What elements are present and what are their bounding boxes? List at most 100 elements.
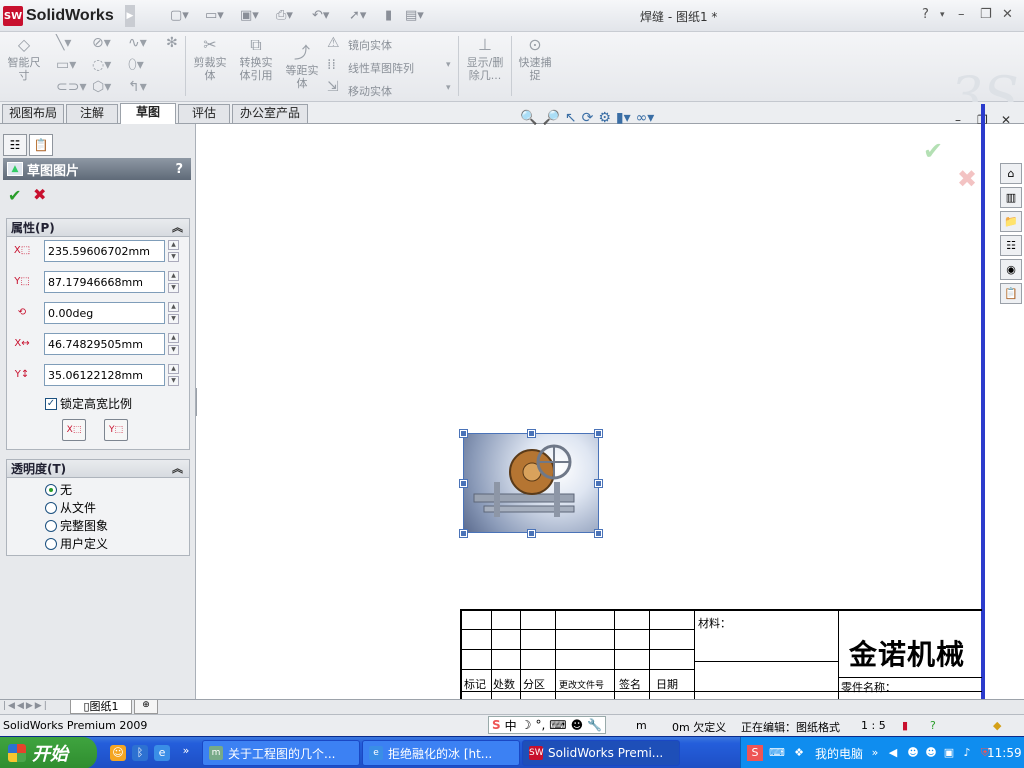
display-icon[interactable]: ▣ (941, 745, 957, 761)
bluetooth-icon[interactable]: ᛒ (132, 745, 148, 761)
polygon-icon[interactable]: ⬡▾ (92, 79, 111, 95)
flip-horizontal-button[interactable]: X⬚ (62, 419, 86, 441)
ie-icon[interactable]: e (154, 745, 170, 761)
height-input[interactable] (44, 364, 165, 386)
move-entities-icon[interactable]: ⇲ (327, 79, 339, 95)
canvas-minimize-button[interactable]: – (955, 113, 961, 127)
resize-handle[interactable] (459, 479, 468, 488)
user-icon[interactable]: ☻ (571, 718, 584, 732)
input-method-bar[interactable]: S 中 ☽ °, ⌨ ☻ 🔧 (488, 716, 607, 734)
feature-tree-tab[interactable]: ☷ (3, 134, 27, 156)
tab-office-products[interactable]: 办公室产品 (232, 104, 308, 123)
rebuild-view-icon[interactable]: ⟳ (582, 110, 594, 128)
spin-up-icon[interactable]: ▲ (168, 240, 179, 250)
x-position-input[interactable] (44, 240, 165, 262)
rebuild-light-icon[interactable]: ▮ (902, 719, 908, 732)
view-orientation-icon[interactable]: ⚙ (598, 110, 611, 128)
transparency-group-header[interactable]: 透明度(T) ︽ (7, 460, 189, 478)
solidworks-resources-icon[interactable]: ⌂ (1000, 163, 1022, 184)
linear-pattern-icon[interactable]: ⁞⁞ (327, 57, 336, 73)
height-spinner[interactable]: ▲ ▼ (168, 364, 180, 386)
mirror-icon[interactable]: ⚠ (327, 35, 340, 51)
move-dropdown-icon[interactable]: ▾ (446, 83, 451, 93)
resize-handle[interactable] (594, 479, 603, 488)
trim-entities-button[interactable]: ✂ 剪裁实体 (190, 36, 230, 83)
print-icon[interactable]: ⎙▾ (276, 8, 293, 23)
angle-input[interactable] (44, 302, 165, 324)
move-entities-button[interactable]: 移动实体 (348, 83, 392, 99)
mirror-entities-button[interactable]: 镜向实体 (348, 37, 392, 53)
linear-pattern-button[interactable]: 线性草图阵列 (348, 60, 414, 76)
spin-up-icon[interactable]: ▲ (168, 271, 179, 281)
width-spinner[interactable]: ▲ ▼ (168, 333, 180, 355)
restore-button[interactable]: ❐ (980, 7, 992, 22)
sketch-picture-image[interactable] (459, 429, 603, 538)
resize-handle[interactable] (594, 429, 603, 438)
punctuation-icon[interactable]: °, (535, 718, 545, 732)
smart-dimension-button[interactable]: ◇ 智能尺寸 (6, 36, 42, 83)
add-sheet-icon[interactable]: ⊕ (134, 700, 158, 714)
sheet-nav-arrows-icon[interactable]: |◀◀▶▶| (3, 701, 49, 711)
tab-annotation[interactable]: 注解 (66, 104, 118, 123)
messenger-icon[interactable]: ☺ (110, 745, 126, 761)
spin-down-icon[interactable]: ▼ (168, 376, 179, 386)
qq-icon-2[interactable]: ☻ (923, 745, 939, 761)
menu-expand-arrow-icon[interactable]: ▶ (125, 5, 135, 27)
ellipse-icon[interactable]: ⬯▾ (128, 57, 144, 73)
spin-down-icon[interactable]: ▼ (168, 345, 179, 355)
spin-up-icon[interactable]: ▲ (168, 364, 179, 374)
convert-entities-button[interactable]: ⧉ 转换实体引用 (236, 36, 276, 83)
spline-icon[interactable]: ∿▾ (128, 35, 147, 51)
help-status-icon[interactable]: ? (930, 719, 936, 732)
slot-icon[interactable]: ⊂⊃▾ (56, 79, 87, 95)
flip-vertical-button[interactable]: Y⬚ (104, 419, 128, 441)
zoom-to-fit-icon[interactable]: 🔍 (520, 110, 537, 128)
circle-icon[interactable]: ⊘▾ (92, 35, 111, 51)
close-button[interactable]: ✕ (1002, 7, 1013, 22)
select-arrow-icon[interactable]: ➚▾ (349, 8, 366, 23)
help-dropdown-icon[interactable]: ▾ (940, 10, 945, 20)
angle-spinner[interactable]: ▲ ▼ (168, 302, 180, 324)
resize-handle[interactable] (527, 429, 536, 438)
tab-evaluate[interactable]: 评估 (178, 104, 230, 123)
wrench-icon[interactable]: 🔧 (587, 718, 602, 732)
volume-icon[interactable]: ♪ (959, 745, 975, 761)
transparency-full-image-radio[interactable]: 完整图象 (45, 517, 108, 534)
quicklaunch-more-icon[interactable]: » (178, 743, 194, 759)
resize-handle[interactable] (459, 529, 468, 538)
clock[interactable]: 11:59 (987, 746, 1022, 760)
minimize-button[interactable]: – (958, 7, 965, 22)
new-document-icon[interactable]: ▢▾ (170, 8, 189, 23)
file-explorer-icon[interactable]: 📁 (1000, 211, 1022, 232)
spin-up-icon[interactable]: ▲ (168, 302, 179, 312)
tab-view-layout[interactable]: 视图布局 (2, 104, 64, 123)
sogou-tray-icon[interactable]: S (747, 745, 763, 761)
design-library-icon[interactable]: ▥ (1000, 187, 1022, 208)
previous-view-icon[interactable]: ↖ (565, 110, 577, 128)
language-tray-icon[interactable]: ⌨ (769, 745, 785, 761)
open-folder-icon[interactable]: ▭▾ (205, 8, 224, 23)
save-icon[interactable]: ▣▾ (240, 8, 259, 23)
taskbar-item-document[interactable]: m 关于工程图的几个... (202, 740, 360, 766)
taskbar-item-solidworks[interactable]: SW SolidWorks Premi... (522, 740, 680, 766)
options-icon[interactable]: ▤▾ (405, 8, 424, 23)
qq-icon[interactable]: ☻ (905, 745, 921, 761)
panel-help-button[interactable]: ? (175, 162, 183, 177)
canvas-close-button[interactable]: ✕ (1001, 113, 1011, 127)
y-position-input[interactable] (44, 271, 165, 293)
cancel-x-button[interactable]: ✖ (33, 185, 46, 204)
collapse-chevron-icon[interactable]: ︽ (172, 460, 183, 478)
moon-icon[interactable]: ☽ (521, 718, 532, 732)
transparency-user-defined-radio[interactable]: 用户定义 (45, 535, 108, 552)
resize-handle[interactable] (459, 429, 468, 438)
tag-icon[interactable]: ◆ (993, 719, 1001, 732)
taskbar-item-browser[interactable]: e 拒绝融化的冰 [ht... (362, 740, 520, 766)
rectangle-icon[interactable]: ▭▾ (56, 57, 76, 73)
arc-icon[interactable]: ◌▾ (92, 57, 111, 73)
view-palette-icon[interactable]: ☷ (1000, 235, 1022, 256)
zoom-to-area-icon[interactable]: 🔎 (542, 110, 559, 128)
display-delete-relations-button[interactable]: ⊥ 显示/删除几... (462, 36, 508, 83)
x-position-spinner[interactable]: ▲ ▼ (168, 240, 180, 262)
transparency-none-radio[interactable]: 无 (45, 481, 72, 498)
transparency-from-file-radio[interactable]: 从文件 (45, 499, 96, 516)
